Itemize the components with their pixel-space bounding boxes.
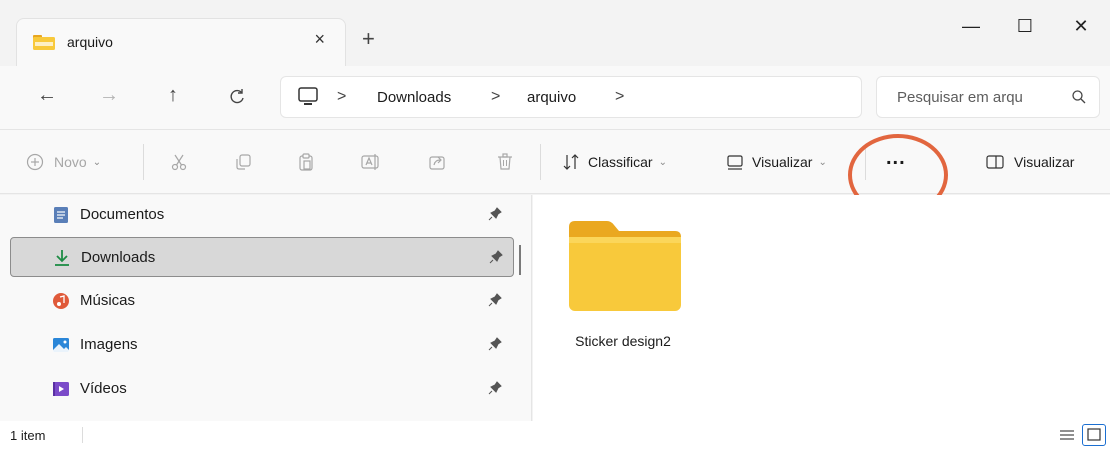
copy-button[interactable] [234, 150, 252, 174]
scissors-icon [170, 153, 188, 171]
sidebar-item-imagens[interactable]: Imagens [10, 325, 514, 365]
music-icon [52, 292, 70, 310]
command-bar: Novo ⌄ Classificar ⌄ Visualizar ⌄ ... Vi… [0, 130, 1110, 194]
divider [865, 144, 866, 180]
divider [540, 144, 541, 180]
chevron-down-icon: ⌄ [658, 156, 667, 168]
download-icon [53, 249, 71, 267]
tiles-view-icon[interactable] [1082, 424, 1106, 446]
image-icon [52, 336, 70, 354]
video-icon [52, 380, 70, 398]
view-button[interactable]: Visualizar ⌄ [726, 150, 827, 174]
rename-button[interactable] [361, 150, 379, 174]
navigation-pane: Documentos Downloads Músicas Imagens Víd… [0, 195, 532, 421]
copy-icon [234, 153, 252, 171]
search-box[interactable]: Pesquisar em arqu [876, 76, 1100, 118]
see-more-button[interactable]: ... [886, 146, 906, 170]
pin-icon [488, 337, 502, 351]
sidebar-item-label: Downloads [81, 249, 156, 266]
search-icon[interactable] [1071, 89, 1087, 105]
folder-icon [33, 34, 55, 50]
computer-icon[interactable] [297, 87, 319, 107]
chevron-down-icon: ⌄ [818, 156, 827, 168]
address-bar-row: ← → ↑ > Downloads > arquivo > Pesquisar … [0, 66, 1110, 130]
sidebar-item-label: Músicas [80, 292, 136, 309]
sidebar-item-label: Documentos [80, 206, 165, 223]
pin-icon [488, 207, 502, 221]
tab-title: arquivo [67, 34, 113, 50]
divider [82, 427, 83, 443]
sidebar-item-downloads[interactable]: Downloads [10, 237, 514, 277]
folder-icon [567, 219, 683, 316]
pin-icon [489, 250, 503, 264]
maximize-button[interactable]: ☐ [1002, 16, 1048, 46]
pin-icon [488, 293, 502, 307]
preview-pane-button[interactable]: Visualizar [986, 150, 1074, 174]
scrollbar[interactable] [519, 245, 521, 275]
tab-close-button[interactable]: × [314, 29, 325, 50]
close-button[interactable]: ✕ [1058, 16, 1104, 46]
pin-icon [488, 381, 502, 395]
breadcrumb-arquivo[interactable]: arquivo [527, 89, 576, 106]
minimize-button[interactable]: — [948, 16, 994, 46]
share-icon [428, 153, 446, 171]
sidebar-item-label: Vídeos [80, 380, 127, 397]
breadcrumb-downloads[interactable]: Downloads [377, 89, 451, 106]
file-view: Sticker design2 [533, 195, 1110, 421]
new-label: Novo [54, 154, 87, 170]
forward-button[interactable]: → [94, 84, 124, 110]
item-count: 1 item [10, 428, 46, 443]
chevron-down-icon: ⌄ [92, 156, 102, 168]
cut-button[interactable] [170, 150, 188, 174]
delete-button[interactable] [496, 150, 514, 174]
address-bar[interactable]: > Downloads > arquivo > [280, 76, 862, 118]
up-button[interactable]: ↑ [158, 84, 188, 110]
new-tab-button[interactable]: + [362, 26, 375, 52]
plus-circle-icon [26, 153, 44, 171]
breadcrumb-separator[interactable]: > [337, 88, 346, 106]
preview-pane-icon [986, 153, 1004, 171]
folder-item[interactable]: Sticker design2 [563, 219, 683, 359]
clipboard-icon [297, 153, 315, 171]
rename-icon [361, 153, 379, 171]
divider [143, 144, 144, 180]
folder-name: Sticker design2 [575, 333, 671, 349]
back-button[interactable]: ← [32, 84, 62, 110]
new-button[interactable]: Novo ⌄ [26, 150, 101, 174]
breadcrumb-separator[interactable]: > [491, 88, 500, 106]
sidebar-item-musicas[interactable]: Músicas [10, 281, 514, 321]
view-label: Visualizar [752, 154, 813, 170]
tab-arquivo[interactable]: arquivo × [16, 18, 346, 66]
breadcrumb-separator[interactable]: > [615, 88, 624, 106]
refresh-button[interactable] [222, 84, 252, 110]
sort-label: Classificar [588, 154, 653, 170]
document-icon [52, 206, 70, 224]
trash-icon [496, 153, 514, 171]
sidebar-item-label: Imagens [80, 336, 138, 353]
sort-icon [562, 153, 580, 171]
paste-button[interactable] [297, 150, 315, 174]
preview-label: Visualizar [1014, 154, 1075, 170]
sidebar-item-videos[interactable]: Vídeos [10, 369, 514, 409]
status-bar: 1 item [0, 421, 1110, 449]
sort-button[interactable]: Classificar ⌄ [562, 150, 667, 174]
sidebar-item-documentos[interactable]: Documentos [10, 195, 514, 235]
search-input[interactable]: Pesquisar em arqu [897, 89, 1057, 106]
view-icon [726, 153, 744, 171]
details-view-icon[interactable] [1058, 426, 1076, 444]
share-button[interactable] [428, 150, 446, 174]
title-bar: arquivo × + — ☐ ✕ [0, 0, 1110, 66]
